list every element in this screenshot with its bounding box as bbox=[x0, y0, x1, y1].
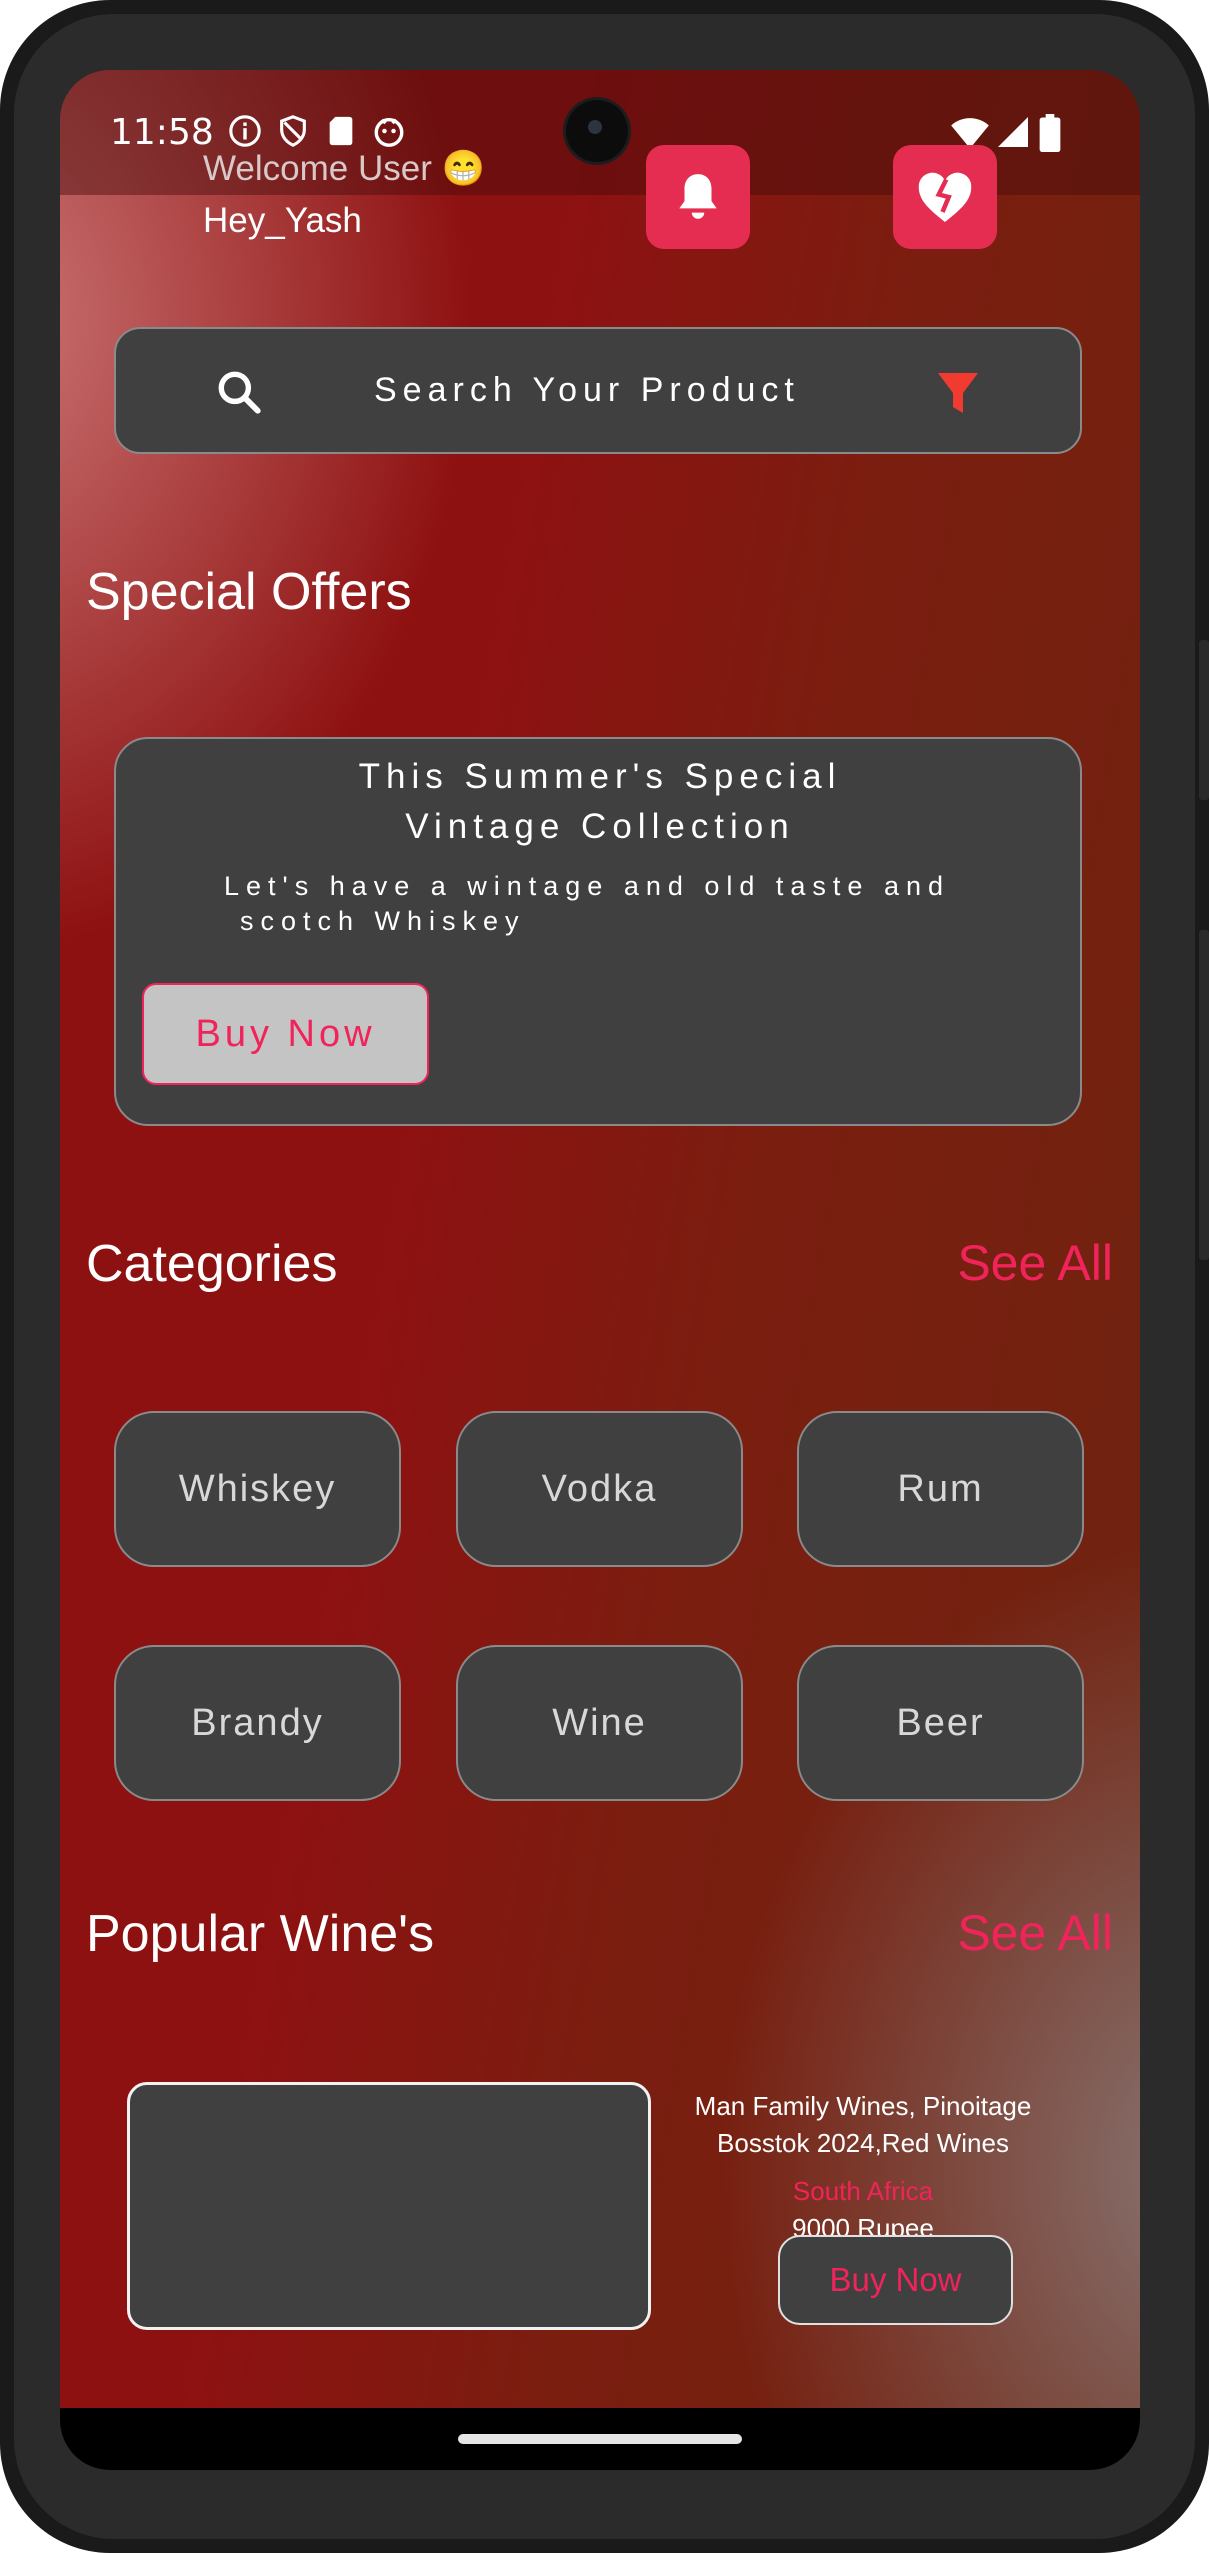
power-button bbox=[1199, 640, 1209, 800]
front-camera bbox=[566, 100, 628, 162]
username: Hey_Yash bbox=[203, 201, 362, 240]
search-input[interactable]: Search Your Product bbox=[374, 371, 800, 410]
category-rum[interactable]: Rum bbox=[797, 1411, 1084, 1567]
wine-name-line1: Man Family Wines, Pinoitage bbox=[694, 2091, 1032, 2121]
category-wine[interactable]: Wine bbox=[456, 1645, 743, 1801]
shield-icon bbox=[280, 115, 306, 147]
search-icon[interactable] bbox=[214, 367, 264, 417]
welcome-text: Welcome User 😁 bbox=[203, 149, 486, 188]
wine-buy-now-button[interactable]: Buy Now bbox=[778, 2235, 1013, 2325]
sd-card-icon bbox=[329, 116, 353, 146]
notification-button[interactable] bbox=[646, 145, 750, 249]
broken-heart-icon bbox=[918, 172, 972, 222]
filter-icon[interactable] bbox=[933, 369, 983, 417]
popular-wines-title: Popular Wine's bbox=[86, 1905, 435, 1963]
bell-icon bbox=[679, 174, 717, 219]
special-offers-title: Special Offers bbox=[86, 563, 412, 621]
categories-title: Categories bbox=[86, 1235, 338, 1293]
wine-name: Man Family Wines, Pinoitage Bosstok 2024… bbox=[680, 2088, 1046, 2162]
phone-frame: 11:58 Welcome User 😁 Hey_Yash Search You… bbox=[0, 0, 1209, 2553]
wine-image-placeholder[interactable] bbox=[127, 2082, 651, 2330]
app-screen: 11:58 Welcome User 😁 Hey_Yash Search You… bbox=[60, 70, 1140, 2470]
info-icon bbox=[229, 115, 261, 147]
offer-subtitle-line2: scotch Whiskey bbox=[240, 906, 526, 936]
status-time: 11:58 bbox=[110, 112, 214, 153]
category-vodka[interactable]: Vodka bbox=[456, 1411, 743, 1567]
wishlist-button[interactable] bbox=[893, 145, 997, 249]
offer-title-line1: This Summer's Special bbox=[358, 757, 842, 796]
volume-button bbox=[1199, 930, 1209, 1260]
gesture-nav-bar bbox=[60, 2408, 1140, 2470]
special-offer-card[interactable]: This Summer's Special Vintage Collection… bbox=[114, 737, 1082, 1126]
popular-see-all-link[interactable]: See All bbox=[957, 1904, 1113, 1962]
signal-icon bbox=[998, 117, 1028, 147]
categories-see-all-link[interactable]: See All bbox=[957, 1234, 1113, 1292]
face-icon bbox=[374, 117, 404, 147]
category-beer[interactable]: Beer bbox=[797, 1645, 1084, 1801]
wine-country: South Africa bbox=[792, 2176, 934, 2206]
offer-subtitle-line1: Let's have a wintage and old taste and bbox=[224, 871, 950, 901]
search-bar[interactable]: Search Your Product bbox=[114, 327, 1082, 454]
category-whiskey[interactable]: Whiskey bbox=[114, 1411, 401, 1567]
offer-buy-now-button[interactable]: Buy Now bbox=[142, 983, 429, 1085]
wine-name-line2: Bosstok 2024,Red Wines bbox=[717, 2128, 1009, 2158]
category-brandy[interactable]: Brandy bbox=[114, 1645, 401, 1801]
home-handle[interactable] bbox=[458, 2434, 742, 2444]
battery-icon bbox=[1039, 114, 1061, 152]
offer-title-line2: Vintage Collection bbox=[405, 807, 795, 846]
